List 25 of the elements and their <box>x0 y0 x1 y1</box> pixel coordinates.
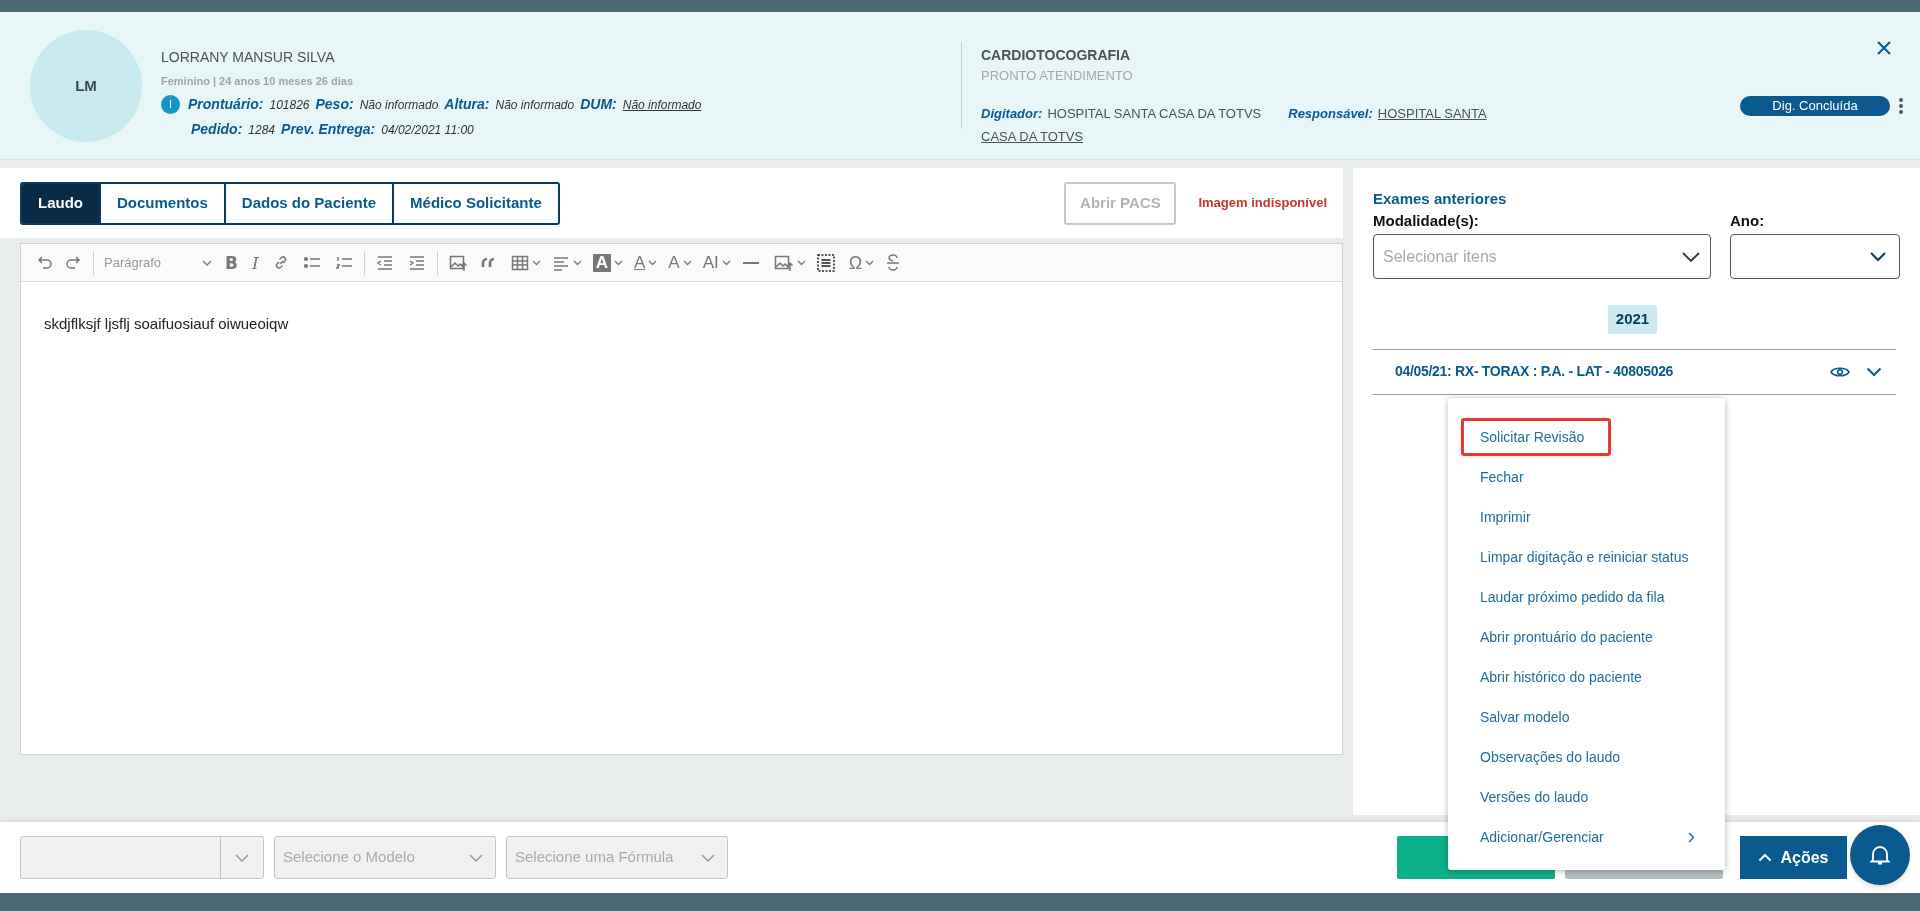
field-label: Peso: <box>315 95 354 114</box>
year-heading: 2021 <box>1607 305 1658 334</box>
field-label: Prontuário: <box>188 95 264 114</box>
field-label: Prev. Entrega: <box>281 120 376 139</box>
field-value: HOSPITAL SANTA CASA DA TOTVS <box>1047 105 1262 123</box>
field-label: Modalidade(s): <box>1373 212 1480 230</box>
field-label: Pedido: <box>191 120 243 139</box>
field-value: Não informado <box>359 96 439 114</box>
patient-name: LORRANY MANSUR SILVA <box>161 48 336 66</box>
exam-subtitle: PRONTO ATENDIMENTO <box>981 68 1134 84</box>
field-value: 101826 <box>269 96 310 114</box>
field-label: Digitador: <box>981 105 1043 123</box>
field-label: Ano: <box>1730 212 1766 230</box>
exam-title: CARDIOTOCOGRAFIA <box>981 46 1132 64</box>
field-label: Responsável: <box>1288 105 1373 123</box>
field-value: Não informado <box>495 96 575 114</box>
field-label: Altura: <box>444 95 490 114</box>
section-title: Exames anteriores <box>1373 190 1508 208</box>
image-status: Imagem indisponível <box>1198 194 1327 213</box>
field-value: 1284 <box>248 121 276 139</box>
field-value: 04/02/2021 11:00 <box>381 121 474 139</box>
avatar: LM <box>30 30 142 142</box>
status-badge: Dig. Concluída <box>1740 96 1890 116</box>
patient-demographics: Feminino | 24 anos 10 meses 26 dias <box>161 74 354 88</box>
field-label: DUM: <box>580 95 617 114</box>
